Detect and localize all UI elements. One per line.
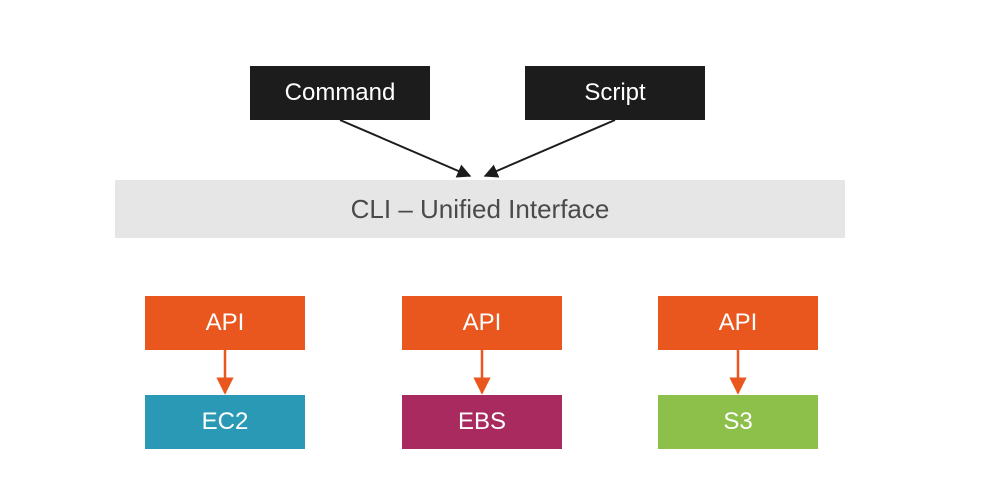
box-command: Command [250, 66, 430, 120]
label-script: Script [584, 79, 645, 107]
box-cli: CLI – Unified Interface [115, 180, 845, 238]
box-service-s3: S3 [658, 395, 818, 449]
box-service-ebs: EBS [402, 395, 562, 449]
label-service-ebs: EBS [458, 408, 506, 436]
label-api-2: API [463, 309, 502, 337]
label-api-1: API [206, 309, 245, 337]
label-service-ec2: EC2 [202, 408, 249, 436]
label-api-3: API [719, 309, 758, 337]
label-cli: CLI – Unified Interface [351, 194, 610, 225]
box-api-s3: API [658, 296, 818, 350]
box-api-ec2: API [145, 296, 305, 350]
box-service-ec2: EC2 [145, 395, 305, 449]
label-command: Command [285, 79, 396, 107]
box-script: Script [525, 66, 705, 120]
box-api-ebs: API [402, 296, 562, 350]
label-service-s3: S3 [723, 408, 752, 436]
